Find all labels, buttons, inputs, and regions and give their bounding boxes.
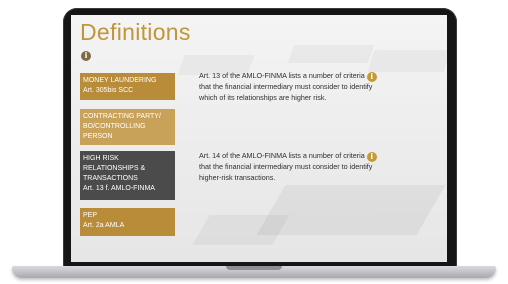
definition-line: that the financial intermediary must con…: [199, 162, 373, 171]
term-line: Art. 13 f. AMLO-FINMA: [83, 185, 155, 192]
term-pep[interactable]: PEP Art. 2a AMLA: [80, 208, 175, 236]
term-line: RELATIONSHIPS &: [83, 165, 146, 172]
term-line: BO/CONTROLLING: [83, 123, 146, 130]
background-photo-shape: [192, 215, 290, 245]
term-line: TRANSACTIONS: [83, 175, 138, 182]
background-photo-shape: [288, 45, 375, 63]
term-high-risk[interactable]: HIGH RISK RELATIONSHIPS & TRANSACTIONS A…: [80, 151, 175, 200]
definition-line-text: Art. 13 of the AMLO-FINMA lists a number…: [199, 71, 365, 80]
term-line: MONEY LAUNDERING: [83, 77, 157, 84]
term-line: PEP: [83, 212, 98, 219]
term-line: PERSON: [83, 133, 113, 140]
background-photo-shape: [368, 50, 447, 72]
laptop-screen: Definitions i MONEY LAUNDERING Art. 305b…: [71, 15, 447, 262]
term-contracting-party[interactable]: CONTRACTING PARTY/ BO/CONTROLLING PERSON: [80, 109, 175, 145]
definition-line: Art. 14 of the AMLO-FINMA lists a number…: [199, 150, 424, 162]
info-icon[interactable]: i: [366, 72, 377, 82]
term-line: CONTRACTING PARTY/: [83, 113, 161, 120]
definition-text: Art. 14 of the AMLO-FINMA lists a number…: [199, 150, 424, 183]
laptop-notch: [226, 266, 282, 270]
background-photo-shape: [256, 185, 446, 235]
term-line: HIGH RISK: [83, 155, 119, 162]
info-icon[interactable]: i: [366, 152, 377, 162]
info-icon[interactable]: i: [81, 51, 91, 61]
definition-line: Art. 13 of the AMLO-FINMA lists a number…: [199, 70, 424, 82]
definition-line: which of its relationships are higher ri…: [199, 93, 327, 102]
term-line: Art. 305bis SCC: [83, 87, 134, 94]
page-title: Definitions: [80, 19, 191, 45]
term-line: Art. 2a AMLA: [83, 222, 125, 229]
definition-text: Art. 13 of the AMLO-FINMA lists a number…: [199, 70, 424, 103]
definition-line-text: Art. 14 of the AMLO-FINMA lists a number…: [199, 151, 365, 160]
definition-line: that the financial intermediary must con…: [199, 82, 373, 91]
term-money-laundering[interactable]: MONEY LAUNDERING Art. 305bis SCC: [80, 73, 175, 100]
definition-line: higher-risk transactions.: [199, 173, 276, 182]
